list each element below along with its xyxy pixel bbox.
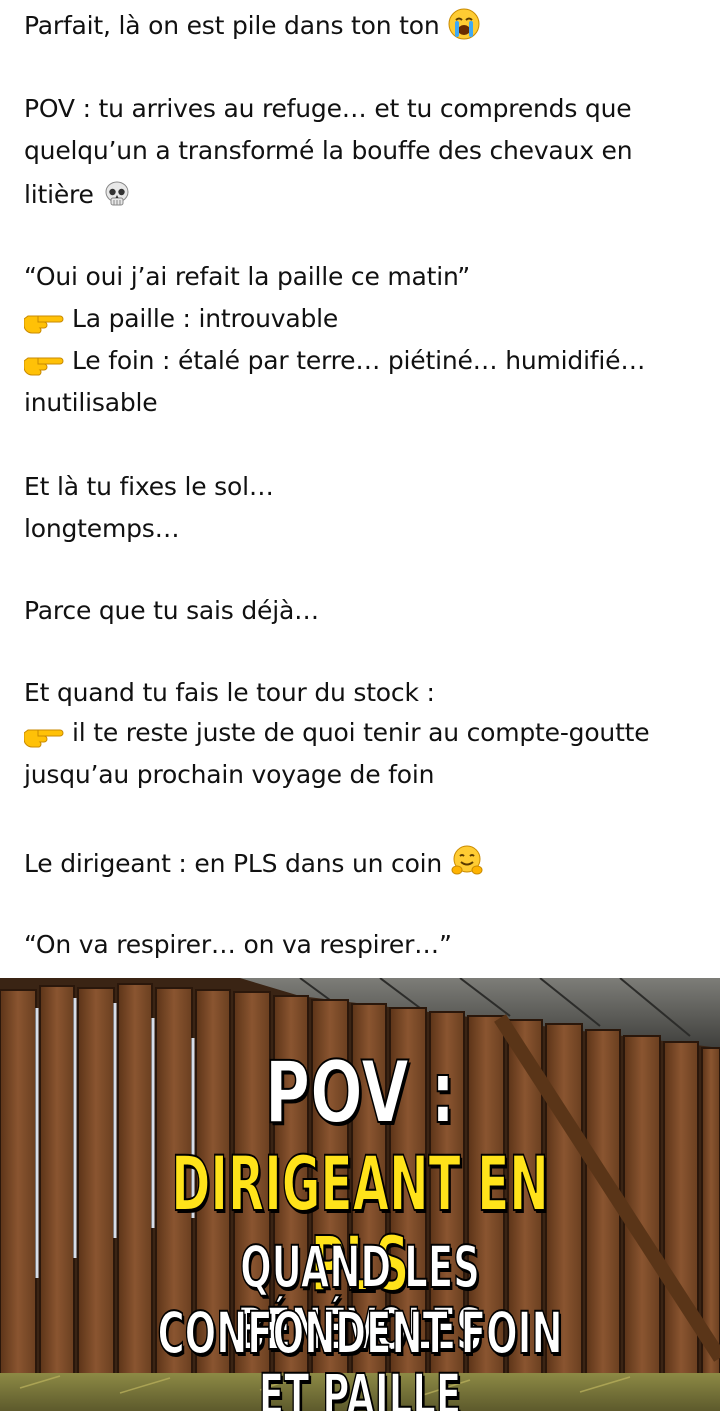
post-line: Parce que tu sais déjà… xyxy=(24,596,319,625)
post-line: quelqu’un a transformé la bouffe des che… xyxy=(24,136,633,165)
post-line: Et là tu fixes le sol… xyxy=(24,472,274,501)
post-image[interactable]: POV : DIRIGEANT EN PLS QUAND LES BÉNÉVOL… xyxy=(0,978,720,1411)
hugging-face-icon xyxy=(450,844,484,887)
post-line: Le dirigeant : en PLS dans un coin xyxy=(24,844,712,887)
image-caption-line: CONFONDENT FOIN ET PAILLE xyxy=(157,1299,563,1411)
image-headline: POV : xyxy=(264,1043,456,1143)
skull-icon xyxy=(102,179,132,218)
post-line: inutilisable xyxy=(24,388,158,417)
loudly-crying-face-icon xyxy=(448,8,480,49)
backhand-index-pointing-right-icon xyxy=(23,718,64,757)
post-line: “Oui oui j’ai refait la paille ce matin” xyxy=(24,262,471,291)
post-line: longtemps… xyxy=(24,514,180,543)
image-caption-overlay: POV : DIRIGEANT EN PLS QUAND LES BÉNÉVOL… xyxy=(0,978,720,1411)
post-line: La paille : introuvable xyxy=(23,302,712,343)
post-text: Parfait, là on est pile dans ton ton POV… xyxy=(0,0,720,978)
post-line: Parfait, là on est pile dans ton ton xyxy=(24,8,712,49)
post-line: jusqu’au prochain voyage de foin xyxy=(24,760,435,789)
post-line: Le foin : étalé par terre… piétiné… humi… xyxy=(23,344,712,385)
backhand-index-pointing-right-icon xyxy=(23,346,64,385)
post-line: Et quand tu fais le tour du stock : xyxy=(24,678,435,707)
post-line: POV : tu arrives au refuge… et tu compre… xyxy=(24,94,632,123)
backhand-index-pointing-right-icon xyxy=(23,304,64,343)
post-line: il te reste juste de quoi tenir au compt… xyxy=(23,716,712,757)
post-line: litière xyxy=(24,178,712,218)
post-line: “On va respirer… on va respirer…” xyxy=(24,930,452,959)
